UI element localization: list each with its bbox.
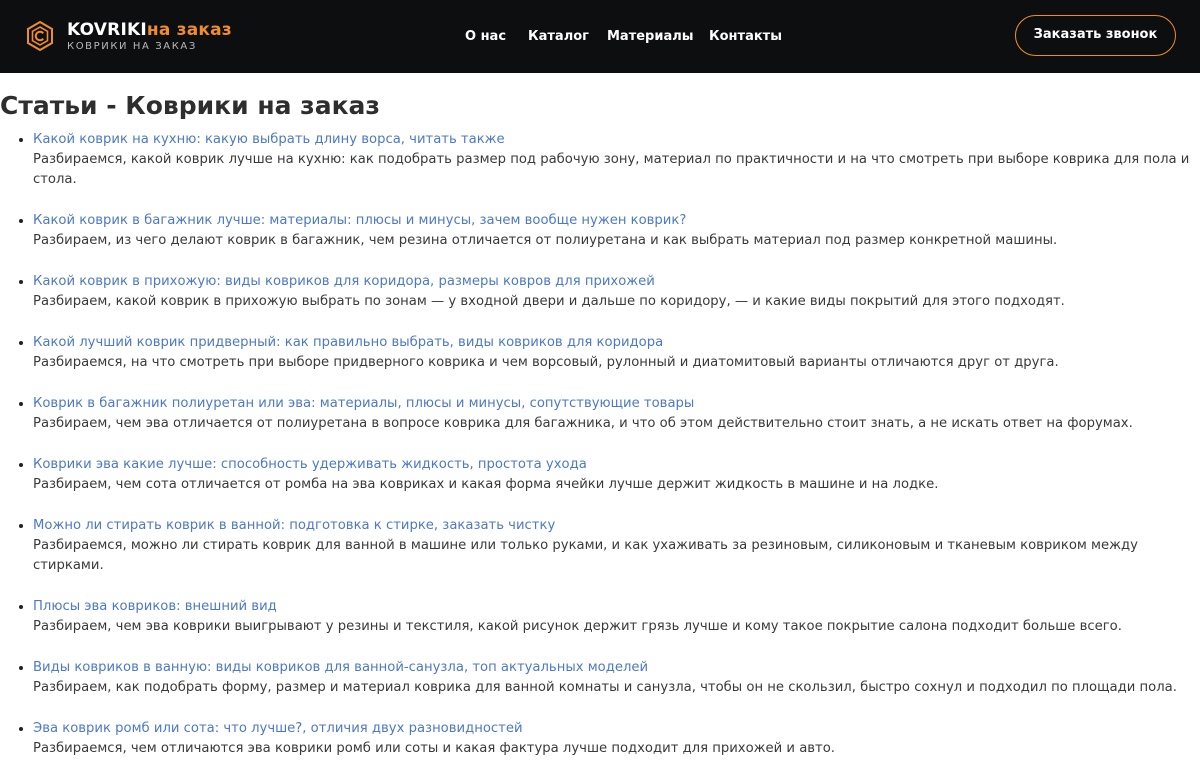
list-item: Плюсы эва ковриков: внешний вид Разбирае… xyxy=(33,596,1200,637)
list-item: Эва коврик ромб или сота: что лучше?, от… xyxy=(33,718,1200,759)
article-description: Разбираем, из чего делают коврик в багаж… xyxy=(33,233,1058,248)
article-list: Какой коврик на кухню: какую выбрать дли… xyxy=(0,129,1200,779)
article-description: Разбираем, какой коврик в прихожую выбра… xyxy=(33,294,1065,309)
list-item: Какой коврик в багажник лучше: материалы… xyxy=(33,210,1200,251)
article-description: Разбираемся, какой коврик лучше на кухню… xyxy=(33,152,1190,187)
article-link[interactable]: Коврик в багажник полиуретан или эва: ма… xyxy=(33,394,1190,414)
article-link[interactable]: Какой лучший коврик придверный: как прав… xyxy=(33,333,1190,353)
article-description: Разбираем, чем эва коврики выигрывают у … xyxy=(33,619,1122,634)
article-link[interactable]: Какой коврик в прихожую: виды ковриков д… xyxy=(33,272,1190,292)
article-description: Разбираем, чем эва отличается от полиуре… xyxy=(33,416,1133,431)
article-description: Разбираем, чем сота отличается от ромба … xyxy=(33,477,939,492)
article-link[interactable]: Плюсы эва ковриков: внешний вид xyxy=(33,597,1190,617)
article-description: Разбираемся, можно ли стирать коврик для… xyxy=(33,538,1138,573)
article-link[interactable]: Какой коврик на кухню: какую выбрать дли… xyxy=(33,130,1190,150)
order-call-button[interactable]: Заказать звонок xyxy=(1015,15,1176,56)
list-item: Коврик в багажник полиуретан или эва: ма… xyxy=(33,393,1200,434)
list-item: Можно ли стирать коврик в ванной: подгот… xyxy=(33,515,1200,576)
nav-item-materials[interactable]: Материалы xyxy=(607,28,694,46)
article-link[interactable]: Виды ковриков в ванную: виды ковриков дл… xyxy=(33,658,1190,678)
page-title: Статьи - Коврики на заказ xyxy=(0,91,380,120)
article-description: Разбираемся, чем отличаются эва коврики … xyxy=(33,741,835,756)
list-item: Виды ковриков в ванную: виды ковриков дл… xyxy=(33,657,1200,698)
list-item: Какой коврик в прихожую: виды ковриков д… xyxy=(33,271,1200,312)
article-link[interactable]: Можно ли стирать коврик в ванной: подгот… xyxy=(33,516,1190,536)
site-header: KOVRIKIна заказ КОВРИКИ НА ЗАКАЗ О нас К… xyxy=(0,0,1200,73)
article-description: Разбираем, как подобрать форму, размер и… xyxy=(33,680,1177,695)
nav-item-catalog[interactable]: Каталог xyxy=(528,28,589,46)
list-item: Какой коврик на кухню: какую выбрать дли… xyxy=(33,129,1200,190)
article-description: Разбираемся, на что смотреть при выборе … xyxy=(33,355,1059,370)
nav-item-contacts[interactable]: Контакты xyxy=(709,28,782,46)
list-item: Коврики эва какие лучше: способность уде… xyxy=(33,454,1200,495)
article-link[interactable]: Какой коврик в багажник лучше: материалы… xyxy=(33,211,1190,231)
article-link[interactable]: Коврики эва какие лучше: способность уде… xyxy=(33,455,1190,475)
article-link[interactable]: Эва коврик ромб или сота: что лучше?, от… xyxy=(33,719,1190,739)
nav-item-about[interactable]: О нас xyxy=(465,28,506,46)
list-item: Какой лучший коврик придверный: как прав… xyxy=(33,332,1200,373)
